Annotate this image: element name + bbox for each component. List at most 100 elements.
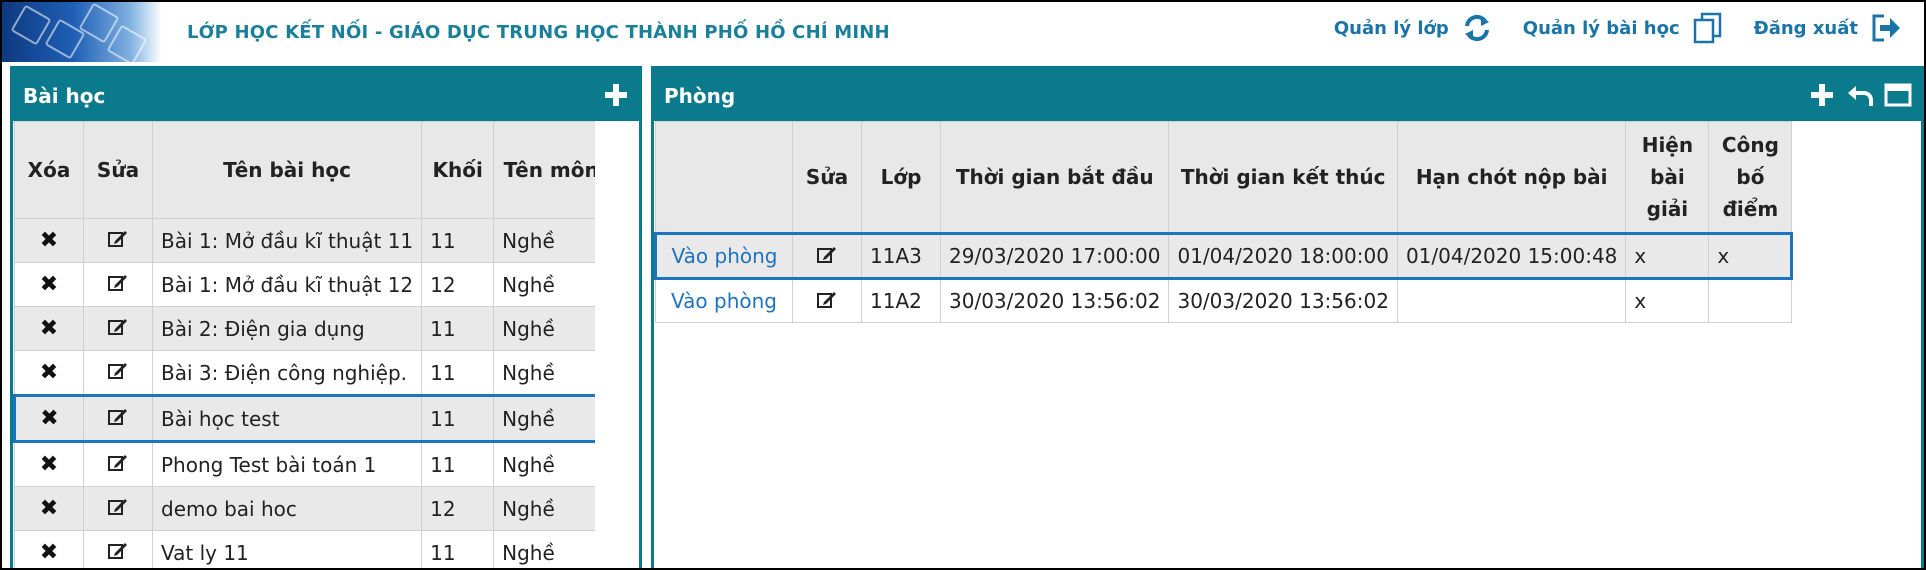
room-show-solution: x: [1625, 278, 1710, 323]
edit-button[interactable]: [83, 262, 153, 307]
lessons-panel-title: Bài học: [23, 84, 106, 108]
delete-icon: ✖: [39, 496, 59, 521]
delete-button[interactable]: ✖: [14, 262, 84, 307]
lesson-subject: Nghề: [493, 218, 610, 263]
room-end-time: 30/03/2020 13:56:02: [1168, 278, 1398, 323]
lesson-grade: 11: [421, 530, 495, 568]
lesson-subject: Nghề: [493, 262, 610, 307]
enter-room-link[interactable]: Vào phòng: [654, 232, 793, 280]
edit-button[interactable]: [83, 486, 153, 531]
col-end-time[interactable]: Thời gian kết thúc: [1168, 121, 1398, 234]
room-end-time: 01/04/2020 18:00:00: [1168, 232, 1398, 280]
delete-button[interactable]: ✖: [14, 350, 84, 396]
enter-room-link[interactable]: Vào phòng: [655, 278, 793, 323]
add-lesson-button[interactable]: [601, 80, 631, 110]
edit-button[interactable]: [83, 350, 153, 396]
edit-icon: [108, 319, 127, 335]
lesson-row[interactable]: ✖ Bài 1: Mở đầu kĩ thuật 12 12 Nghề: [14, 262, 610, 307]
lesson-row[interactable]: ✖ Bài 1: Mở đầu kĩ thuật 11 11 Nghề: [14, 218, 610, 263]
refresh-icon: [1464, 14, 1489, 42]
enter-room-label[interactable]: Vào phòng: [672, 244, 778, 268]
edit-icon: [108, 455, 127, 471]
delete-button[interactable]: ✖: [14, 441, 84, 487]
delete-icon: ✖: [39, 540, 59, 565]
edit-icon: [108, 543, 127, 559]
maximize-button[interactable]: [1883, 80, 1913, 110]
logout-icon: [1872, 14, 1900, 42]
lesson-subject: Nghề: [493, 486, 610, 531]
lesson-grade: 11: [421, 394, 495, 443]
header: LỚP HỌC KẾT NỐI - GIÁO DỤC TRUNG HỌC THÀ…: [2, 2, 1924, 66]
plus-icon: [605, 84, 627, 106]
delete-icon: ✖: [39, 316, 59, 341]
col-show-solution[interactable]: Hiện bài giải: [1625, 121, 1710, 234]
col-grade[interactable]: Khối: [421, 121, 495, 219]
room-class: 11A3: [861, 232, 941, 280]
lesson-name: Bài học test: [151, 394, 423, 443]
delete-button[interactable]: ✖: [14, 218, 84, 263]
lesson-name: demo bai hoc: [151, 486, 423, 531]
col-lesson-name[interactable]: Tên bài học: [151, 121, 423, 219]
delete-icon: ✖: [39, 452, 59, 477]
room-publish-score: x: [1708, 232, 1794, 280]
room-deadline: 01/04/2020 15:00:48: [1396, 232, 1627, 280]
lesson-row[interactable]: ✖ Bài 2: Điện gia dụng 11 Nghề: [14, 306, 610, 351]
delete-icon: ✖: [40, 406, 59, 431]
rooms-table: Sửa Lớp Thời gian bắt đầu Thời gian kết …: [654, 121, 1794, 323]
edit-button[interactable]: [792, 232, 862, 280]
delete-icon: ✖: [39, 272, 59, 297]
plus-icon: [1811, 84, 1833, 106]
edit-button[interactable]: [83, 394, 153, 443]
room-deadline: [1396, 278, 1627, 323]
lesson-name: Bài 1: Mở đầu kĩ thuật 11: [151, 218, 423, 263]
manage-class-link[interactable]: Quản lý lớp: [1334, 12, 1493, 44]
col-start-time[interactable]: Thời gian bắt đầu: [939, 121, 1170, 234]
rooms-panel-title: Phòng: [664, 84, 736, 108]
edit-icon: [817, 291, 836, 308]
delete-button[interactable]: ✖: [14, 530, 84, 568]
edit-button[interactable]: [83, 306, 153, 351]
lesson-grade: 12: [421, 486, 495, 531]
lesson-row[interactable]: ✖ Phong Test bài toán 1 11 Nghề: [14, 441, 610, 487]
edit-button[interactable]: [792, 278, 862, 323]
lesson-row[interactable]: ✖ demo bai hoc 12 Nghề: [14, 486, 610, 531]
logout-link[interactable]: Đăng xuất: [1754, 12, 1902, 44]
lesson-subject: Nghề: [493, 441, 610, 487]
delete-button[interactable]: ✖: [13, 394, 84, 443]
lesson-subject: Nghề: [493, 530, 610, 568]
edit-button[interactable]: [83, 441, 153, 487]
delete-button[interactable]: ✖: [14, 486, 84, 531]
lesson-subject: Nghề: [493, 306, 610, 351]
lessons-panel-header: Bài học: [13, 69, 639, 121]
edit-icon: [108, 409, 127, 425]
edit-icon: [108, 231, 127, 247]
col-enter: [655, 121, 793, 234]
app-title: LỚP HỌC KẾT NỐI - GIÁO DỤC TRUNG HỌC THÀ…: [187, 22, 890, 43]
lesson-row[interactable]: ✖ Bài học test 11 Nghề: [13, 394, 611, 443]
room-row[interactable]: Vào phòng 11A3 29/03/2020 17:00:00 01/04/20…: [654, 232, 1794, 280]
room-publish-score: [1708, 278, 1793, 323]
room-row[interactable]: Vào phòng 11A2 30/03/2020 13:56:02 30/03/20…: [655, 278, 1793, 323]
lesson-name: Bài 3: Điện công nghiệp.: [151, 350, 423, 396]
edit-button[interactable]: [83, 530, 153, 568]
col-deadline[interactable]: Hạn chót nộp bài: [1396, 121, 1627, 234]
col-publish-score[interactable]: Công bố điểm: [1708, 121, 1793, 234]
col-edit[interactable]: Sửa: [83, 121, 153, 219]
lesson-row[interactable]: ✖ Vat ly 11 11 Nghề: [14, 530, 610, 568]
back-button[interactable]: [1845, 80, 1875, 110]
col-delete[interactable]: Xóa: [14, 121, 84, 219]
manage-lessons-link[interactable]: Quản lý bài học: [1523, 12, 1724, 44]
lesson-grade: 11: [421, 441, 495, 487]
lesson-name: Bài 2: Điện gia dụng: [151, 306, 423, 351]
add-room-button[interactable]: [1807, 80, 1837, 110]
col-subject[interactable]: Tên môn: [493, 121, 610, 219]
room-show-solution: x: [1625, 232, 1710, 280]
room-class: 11A2: [861, 278, 941, 323]
maximize-icon: [1884, 83, 1912, 107]
lesson-row[interactable]: ✖ Bài 3: Điện công nghiệp. 11 Nghề: [14, 350, 610, 396]
edit-button[interactable]: [83, 218, 153, 263]
enter-room-label[interactable]: Vào phòng: [671, 289, 777, 313]
delete-button[interactable]: ✖: [14, 306, 84, 351]
col-edit[interactable]: Sửa: [792, 121, 862, 234]
col-class[interactable]: Lớp: [861, 121, 941, 234]
